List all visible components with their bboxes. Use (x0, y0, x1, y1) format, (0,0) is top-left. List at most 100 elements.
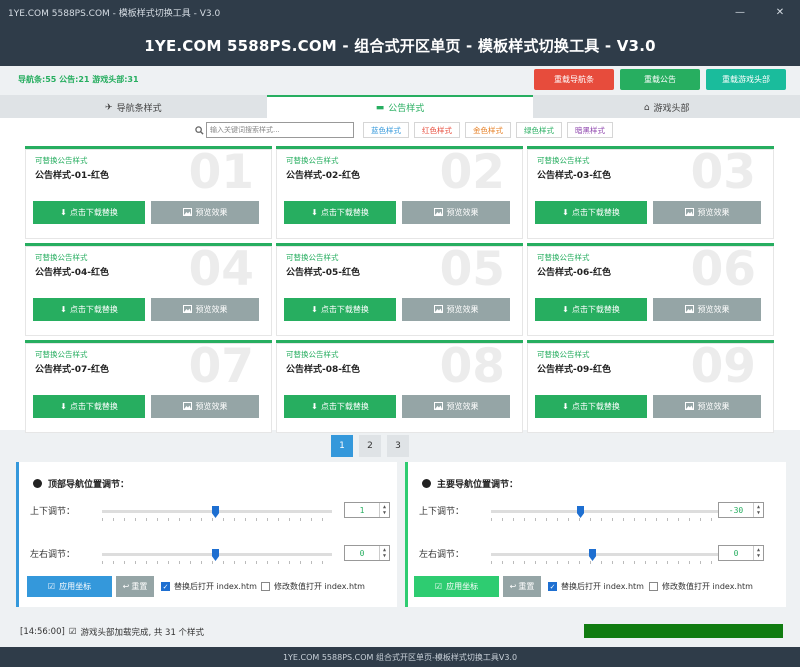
filter-gold-button[interactable]: 金色样式 (465, 122, 511, 138)
minimize-button[interactable]: — (720, 0, 760, 24)
window-title: 1YE.COM 5588PS.COM - 模板样式切换工具 - V3.0 (8, 8, 221, 19)
style-card: 03 可替换公告样式 公告样式-03-红色 ⬇ 点击下载替换 预览效果 (527, 146, 774, 239)
vertical-slider-thumb[interactable] (212, 506, 219, 518)
filter-green-button[interactable]: 绿色样式 (516, 122, 562, 138)
checkbox-label: 替换后打开 index.htm (174, 582, 257, 591)
preview-button[interactable]: 预览效果 (402, 395, 510, 418)
style-card: 07 可替换公告样式 公告样式-07-红色 ⬇ 点击下载替换 预览效果 (25, 340, 272, 433)
spinner-arrows-icon[interactable]: ▲ ▼ (379, 503, 389, 517)
preview-button[interactable]: 预览效果 (653, 201, 761, 224)
horizontal-slider-track[interactable] (491, 553, 721, 556)
preview-button[interactable]: 预览效果 (402, 201, 510, 224)
vertical-value-spinner[interactable]: 1 ▲ ▼ (344, 502, 390, 518)
horizontal-slider-ticks (102, 561, 332, 564)
horizontal-slider-thumb[interactable] (212, 549, 219, 561)
image-icon (182, 207, 192, 218)
style-tabs: ✈ 导航条样式 ▬ 公告样式 ⌂ 游戏头部 (0, 95, 800, 118)
top-nav-position-panel: 顶部导航位置调节： 上下调节： 1 ▲ ▼ 左右调节： 0 ▲ ▼ ☑ 应用坐标 ↩… (16, 462, 397, 607)
top-toolbar: 导航条:55 公告:21 游戏头部:31 重载导航条 重载公告 重载游戏头部 (0, 66, 800, 92)
download-replace-button[interactable]: ⬇ 点击下载替换 (284, 201, 396, 224)
download-replace-button[interactable]: ⬇ 点击下载替换 (284, 395, 396, 418)
page-2-button[interactable]: 2 (359, 435, 381, 457)
card-number: 08 (439, 339, 505, 394)
reset-button[interactable]: ↩ 重置 (116, 576, 154, 597)
horizontal-value-spinner[interactable]: 0 ▲ ▼ (718, 545, 764, 561)
open-after-edit-checkbox[interactable]: 修改数值打开 index.htm (261, 581, 365, 592)
checkbox-unchecked-icon[interactable] (649, 582, 658, 591)
image-icon (433, 401, 443, 412)
reload-header-button[interactable]: 重载游戏头部 (706, 68, 786, 90)
preview-button[interactable]: 预览效果 (653, 298, 761, 321)
download-icon: ⬇ (562, 305, 569, 314)
horizontal-slider-thumb[interactable] (589, 549, 596, 561)
card-number: 03 (690, 145, 756, 200)
card-subtitle: 可替换公告样式 (537, 156, 590, 165)
spinner-arrows-icon[interactable]: ▲ ▼ (753, 546, 763, 560)
vertical-slider-thumb[interactable] (577, 506, 584, 518)
app-header: 1YE.COM 5588PS.COM - 组合式开区单页 - 模板样式切换工具 … (0, 24, 800, 66)
download-replace-button[interactable]: ⬇ 点击下载替换 (33, 298, 145, 321)
preview-button[interactable]: 预览效果 (151, 395, 259, 418)
card-name: 公告样式-03-红色 (537, 171, 611, 181)
filter-blue-button[interactable]: 蓝色样式 (363, 122, 409, 138)
download-label: 点击下载替换 (69, 208, 118, 217)
preview-button[interactable]: 预览效果 (653, 395, 761, 418)
preview-button[interactable]: 预览效果 (151, 298, 259, 321)
pagination: 1 2 3 (0, 430, 800, 462)
tab-label: 公告样式 (388, 104, 425, 114)
open-after-replace-checkbox[interactable]: ✓ 替换后打开 index.htm (548, 581, 644, 592)
reset-button[interactable]: ↩ 重置 (503, 576, 541, 597)
checkbox-label: 修改数值打开 index.htm (662, 582, 753, 591)
download-label: 点击下载替换 (320, 305, 369, 314)
preview-button[interactable]: 预览效果 (402, 298, 510, 321)
horizontal-value-spinner[interactable]: 0 ▲ ▼ (344, 545, 390, 561)
card-name: 公告样式-01-红色 (35, 171, 109, 181)
download-replace-button[interactable]: ⬇ 点击下载替换 (284, 298, 396, 321)
style-card-grid: 01 可替换公告样式 公告样式-01-红色 ⬇ 点击下载替换 预览效果 02 可… (0, 142, 800, 433)
download-replace-button[interactable]: ⬇ 点击下载替换 (535, 201, 647, 224)
download-replace-button[interactable]: ⬇ 点击下载替换 (33, 201, 145, 224)
position-panels: 顶部导航位置调节： 上下调节： 1 ▲ ▼ 左右调节： 0 ▲ ▼ ☑ 应用坐标 ↩… (0, 462, 800, 607)
filter-red-button[interactable]: 红色样式 (414, 122, 460, 138)
open-after-edit-checkbox[interactable]: 修改数值打开 index.htm (649, 581, 753, 592)
spinner-arrows-icon[interactable]: ▲ ▼ (753, 503, 763, 517)
preview-label: 预览效果 (697, 402, 730, 411)
tab-navbar[interactable]: ✈ 导航条样式 (0, 95, 267, 118)
page-1-button[interactable]: 1 (331, 435, 353, 457)
vertical-value-spinner[interactable]: -30 ▲ ▼ (718, 502, 764, 518)
plane-icon: ✈ (105, 102, 113, 113)
download-label: 点击下载替换 (320, 402, 369, 411)
tab-game-header[interactable]: ⌂ 游戏头部 (533, 95, 800, 118)
status-message: 游戏头部加载完成, 共 31 个样式 (80, 628, 205, 638)
open-after-replace-checkbox[interactable]: ✓ 替换后打开 index.htm (161, 581, 257, 592)
download-label: 点击下载替换 (69, 402, 118, 411)
reload-notice-button[interactable]: 重载公告 (620, 68, 700, 90)
checkbox-checked-icon[interactable]: ✓ (548, 582, 557, 591)
download-replace-button[interactable]: ⬇ 点击下载替换 (535, 298, 647, 321)
horizontal-label: 左右调节： (30, 550, 76, 560)
progress-fill (584, 624, 783, 638)
apply-coordinates-button[interactable]: ☑ 应用坐标 (414, 576, 499, 597)
checkbox-unchecked-icon[interactable] (261, 582, 270, 591)
checkbox-checked-icon[interactable]: ✓ (161, 582, 170, 591)
reload-navbar-button[interactable]: 重载导航条 (534, 68, 614, 90)
main-nav-position-panel: 主要导航位置调节： 上下调节： -30 ▲ ▼ 左右调节： 0 ▲ ▼ ☑ 应用坐标… (405, 462, 786, 607)
search-input[interactable] (206, 122, 354, 138)
download-replace-button[interactable]: ⬇ 点击下载替换 (535, 395, 647, 418)
close-button[interactable]: ✕ (760, 0, 800, 24)
preview-label: 预览效果 (697, 305, 730, 314)
card-name: 公告样式-07-红色 (35, 365, 109, 375)
card-number: 04 (188, 242, 254, 297)
tab-notice[interactable]: ▬ 公告样式 (266, 95, 534, 118)
filter-dark-button[interactable]: 暗黑样式 (567, 122, 613, 138)
search-icon (193, 125, 206, 135)
vertical-slider-track[interactable] (491, 510, 721, 513)
download-replace-button[interactable]: ⬇ 点击下载替换 (33, 395, 145, 418)
card-subtitle: 可替换公告样式 (35, 253, 88, 262)
apply-coordinates-button[interactable]: ☑ 应用坐标 (27, 576, 112, 597)
image-icon (433, 207, 443, 218)
preview-button[interactable]: 预览效果 (151, 201, 259, 224)
page-3-button[interactable]: 3 (387, 435, 409, 457)
spinner-arrows-icon[interactable]: ▲ ▼ (379, 546, 389, 560)
image-icon (684, 207, 694, 218)
